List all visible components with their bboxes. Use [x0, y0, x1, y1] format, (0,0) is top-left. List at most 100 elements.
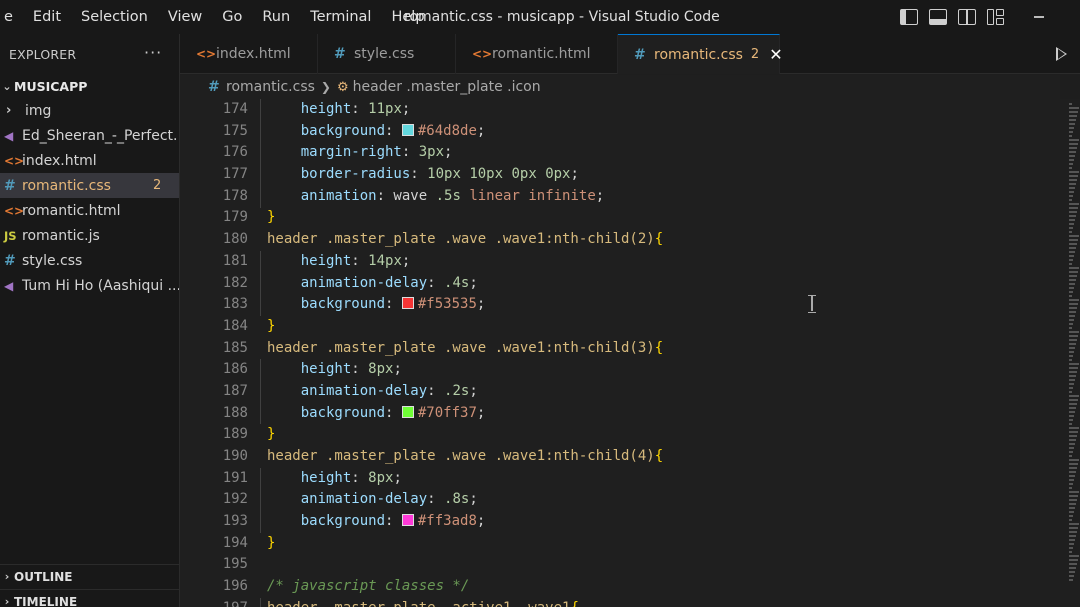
line-number: 196 — [222, 578, 248, 595]
minimap-line — [1069, 475, 1075, 477]
code-line[interactable]: } — [267, 316, 1067, 338]
line-number: 195 — [222, 556, 248, 573]
minimap-line — [1069, 511, 1074, 513]
timeline-title: TIMELINE — [14, 594, 78, 607]
code-line[interactable]: margin-right: 3px; — [267, 142, 1067, 164]
minimap-line — [1069, 371, 1077, 373]
minimap-line — [1069, 375, 1076, 377]
tree-item-romantic-html[interactable]: <> romantic.html — [0, 198, 179, 223]
folder-name: MUSICAPP — [14, 78, 88, 94]
menu-bar: e Edit Selection View Go Run Terminal Help — [0, 0, 435, 34]
code-line[interactable]: height: 8px; — [267, 468, 1067, 490]
html-file-icon: <> — [4, 153, 25, 168]
code-line[interactable]: background: #70ff37; — [267, 403, 1067, 425]
code-line[interactable]: background: #f53535; — [267, 294, 1067, 316]
file-name: Tum Hi Ho (Aashiqui ... — [22, 277, 179, 294]
code-line[interactable]: background: #ff3ad8; — [267, 511, 1067, 533]
line-number: 190 — [222, 448, 248, 464]
menu-go[interactable]: Go — [212, 0, 252, 34]
minimap-line — [1069, 239, 1078, 241]
line-number: 174 — [222, 101, 248, 117]
code-line[interactable]: height: 11px; — [267, 99, 1067, 121]
minimap-line — [1069, 435, 1077, 437]
code-line[interactable]: header .master_plate .wave .wave1:nth-ch… — [267, 446, 1067, 468]
tree-item-romantic-js[interactable]: JS romantic.js — [0, 223, 179, 248]
code-line[interactable]: } — [267, 207, 1067, 229]
line-number: 186 — [222, 361, 248, 378]
code-line[interactable]: header .master_plate .active1 .wave1{ — [267, 598, 1067, 607]
menu-view[interactable]: View — [158, 0, 212, 34]
more-actions-icon[interactable]: ··· — [144, 43, 162, 62]
outline-section[interactable]: › OUTLINE — [0, 564, 180, 588]
customize-layout-icon[interactable] — [987, 9, 1005, 25]
code-line[interactable]: border-radius: 10px 10px 0px 0px; — [267, 164, 1067, 186]
code-line[interactable]: animation-delay: .8s; — [267, 489, 1067, 511]
line-number: 188 — [222, 404, 248, 421]
toggle-secondary-sidebar-icon[interactable] — [958, 9, 976, 25]
code-line[interactable]: animation-delay: .4s; — [267, 273, 1067, 295]
code-line[interactable]: height: 14px; — [267, 251, 1067, 273]
minimap-line — [1069, 379, 1075, 381]
tree-item-index-html[interactable]: <> index.html — [0, 148, 179, 173]
run-icon[interactable] — [1056, 47, 1067, 61]
minimap-line — [1069, 103, 1072, 105]
code-line[interactable]: } — [267, 533, 1067, 555]
minimap-line — [1069, 411, 1075, 413]
minimap-line — [1069, 503, 1076, 505]
breadcrumb-symbol[interactable]: header .master_plate .icon — [353, 79, 541, 95]
tree-item-romantic-css[interactable]: # romantic.css 2 — [0, 173, 179, 198]
tab-index-html[interactable]: <> index.html — [180, 34, 318, 74]
toggle-primary-sidebar-icon[interactable] — [900, 9, 918, 25]
minimap-line — [1069, 563, 1077, 565]
code-editor[interactable]: 174 175 176 177 178 179 180 181 182 183 184 185 186 1… — [180, 99, 1068, 607]
tab-style-css[interactable]: # style.css — [318, 34, 456, 74]
minimap-line — [1069, 287, 1074, 289]
minimap-line — [1069, 139, 1079, 141]
code-line[interactable] — [267, 554, 1067, 576]
minimap-line — [1069, 283, 1075, 285]
menu-selection[interactable]: Selection — [71, 0, 158, 34]
minimap-line — [1069, 171, 1079, 173]
minimap-line — [1069, 327, 1072, 329]
tree-item-ed-sheeran-perfect[interactable]: ◀ Ed_Sheeran_-_Perfect... — [0, 123, 179, 148]
minimap-line — [1069, 351, 1074, 353]
code-area[interactable]: height: 11px; background: #64d8de; margi… — [267, 99, 1067, 607]
minimize-button[interactable] — [1034, 16, 1044, 18]
color-swatch[interactable] — [401, 514, 414, 527]
minimap-line — [1069, 523, 1079, 525]
code-line[interactable]: header .master_plate .wave .wave1:nth-ch… — [267, 229, 1067, 251]
file-name: img — [25, 102, 52, 119]
code-line[interactable]: animation-delay: .2s; — [267, 381, 1067, 403]
folder-header[interactable]: ⌄ MUSICAPP — [0, 74, 179, 98]
menu-e[interactable]: e — [0, 0, 23, 34]
breadcrumb-file[interactable]: romantic.css — [226, 79, 315, 95]
minimap-line — [1069, 579, 1073, 581]
tree-item-img[interactable]: › img — [0, 98, 179, 123]
code-line[interactable]: header .master_plate .wave .wave1:nth-ch… — [267, 338, 1067, 360]
code-line[interactable]: height: 8px; — [267, 359, 1067, 381]
minimap-line — [1069, 167, 1072, 169]
menu-terminal[interactable]: Terminal — [300, 0, 381, 34]
tree-item-tum-hi-ho-aashiqui[interactable]: ◀ Tum Hi Ho (Aashiqui ... — [0, 273, 179, 298]
color-swatch[interactable] — [401, 123, 414, 136]
code-line[interactable]: animation: wave .5s linear infinite; — [267, 186, 1067, 208]
toggle-panel-icon[interactable] — [929, 9, 947, 25]
tab-romantic-css[interactable]: # romantic.css 2 ✕ — [618, 34, 783, 74]
code-line[interactable]: /* javascript classes */ — [267, 576, 1067, 598]
minimap-line — [1069, 495, 1078, 497]
color-swatch[interactable] — [401, 297, 414, 310]
code-line[interactable]: background: #64d8de; — [267, 121, 1067, 143]
minimap[interactable] — [1068, 99, 1080, 607]
tree-item-style-css[interactable]: # style.css — [0, 248, 179, 273]
menu-run[interactable]: Run — [252, 0, 300, 34]
close-icon[interactable]: ✕ — [769, 45, 782, 64]
code-line[interactable]: } — [267, 424, 1067, 446]
color-swatch[interactable] — [401, 405, 414, 418]
menu-edit[interactable]: Edit — [23, 0, 71, 34]
css-file-icon: # — [4, 177, 16, 194]
timeline-section[interactable]: › TIMELINE — [0, 589, 180, 607]
tab-romantic-html[interactable]: <> romantic.html — [456, 34, 618, 74]
tab-label: index.html — [216, 46, 291, 62]
js-file-icon: JS — [4, 228, 17, 243]
minimap-line — [1069, 443, 1075, 445]
